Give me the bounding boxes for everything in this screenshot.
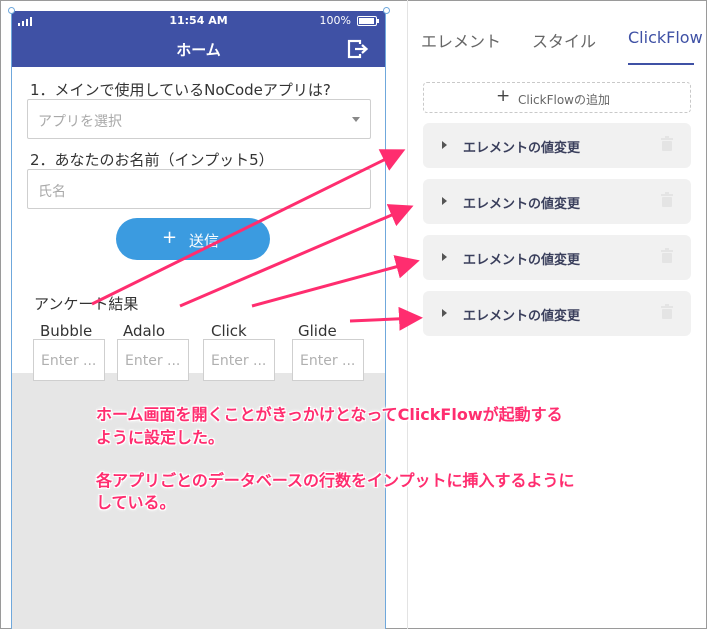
annotation-arrow — [349, 306, 423, 331]
annotation-arrow — [251, 255, 420, 308]
annotation-arrow — [91, 149, 406, 306]
annotation-text: している。 — [96, 493, 176, 512]
annotation-arrows — [91, 149, 423, 331]
annotation-text: ホーム画面を開くことがきっかけとなってClickFlowが起動する — [96, 405, 563, 424]
annotation-text: ように設定した。 — [96, 428, 225, 447]
annotation-arrow — [179, 204, 414, 308]
annotation-text: 各アプリごとのデータベースの行数をインプットに挿入するように — [96, 471, 575, 490]
